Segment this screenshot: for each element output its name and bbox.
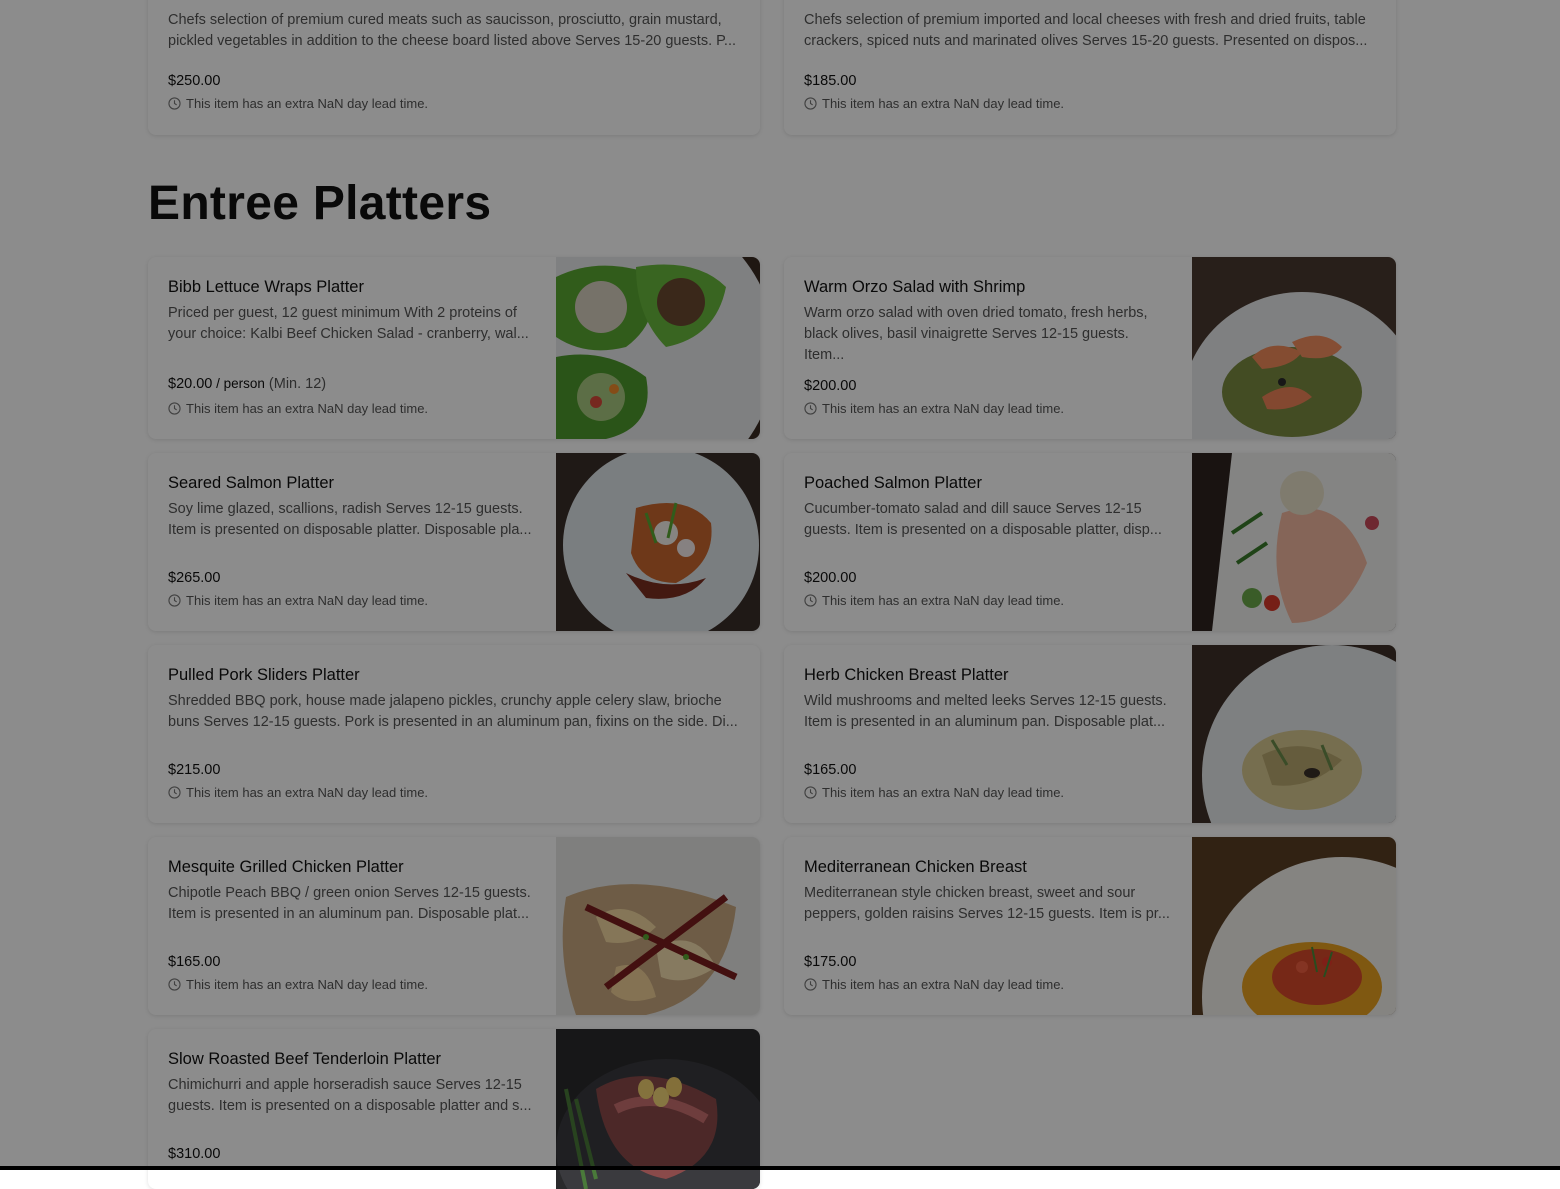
lead-time-note: This item has an extra NaN day lead time… (804, 977, 1064, 992)
item-photo (556, 1029, 760, 1189)
menu-item-card[interactable]: Warm Orzo Salad with Shrimp Warm orzo sa… (784, 257, 1396, 439)
item-description: Warm orzo salad with oven dried tomato, … (804, 305, 1148, 363)
bottom-edge-bar (0, 1166, 1560, 1170)
item-photo (1192, 257, 1396, 439)
item-title: Herb Chicken Breast Platter (804, 666, 1009, 684)
lead-time-text: This item has an extra NaN day lead time… (822, 593, 1065, 608)
item-description: Soy lime glazed, scallions, radish Serve… (168, 501, 532, 538)
clock-icon (804, 786, 817, 799)
lead-time-note: This item has an extra NaN day lead time… (804, 401, 1064, 416)
item-title: Poached Salmon Platter (804, 474, 982, 492)
item-title: Slow Roasted Beef Tenderloin Platter (168, 1050, 442, 1068)
menu-item-card[interactable]: Pulled Pork Sliders Platter Shredded BBQ… (148, 645, 760, 823)
item-description: Chefs selection of premium imported and … (804, 12, 1368, 49)
lead-time-note: This item has an extra NaN day lead time… (804, 785, 1064, 800)
item-title: Mediterranean Chicken Breast (804, 858, 1027, 876)
lead-time-note: This item has an extra NaN day lead time… (168, 96, 428, 111)
clock-icon (168, 402, 181, 415)
item-photo (556, 453, 760, 631)
item-price: $250.00 (168, 73, 221, 89)
item-photo (1192, 837, 1396, 1015)
menu-item-card-cured-meats[interactable]: Chefs selection of premium cured meats s… (148, 0, 760, 135)
clock-icon (168, 786, 181, 799)
menu-item-card[interactable]: Slow Roasted Beef Tenderloin Platter Chi… (148, 1029, 760, 1189)
item-description: Chefs selection of premium cured meats s… (168, 12, 737, 49)
menu-page: Chefs selection of premium cured meats s… (0, 0, 1560, 1189)
item-price: $165.00 (804, 762, 857, 778)
lead-time-text: This item has an extra NaN day lead time… (186, 96, 429, 111)
clock-icon (804, 594, 817, 607)
minimum-note: (Min. 12) (264, 376, 327, 392)
item-title: Pulled Pork Sliders Platter (168, 666, 360, 684)
lead-time-text: This item has an extra NaN day lead time… (186, 785, 429, 800)
clock-icon (168, 97, 181, 110)
menu-item-card[interactable]: Seared Salmon Platter Soy lime glazed, s… (148, 453, 760, 631)
menu-item-card[interactable]: Mediterranean Chicken Breast Mediterrane… (784, 837, 1396, 1015)
menu-item-card[interactable]: Mesquite Grilled Chicken Platter Chipotl… (148, 837, 760, 1015)
item-photo (556, 837, 760, 1015)
lead-time-note: This item has an extra NaN day lead time… (168, 401, 428, 416)
lead-time-text: This item has an extra NaN day lead time… (822, 96, 1065, 111)
lead-time-note: This item has an extra NaN day lead time… (804, 96, 1064, 111)
clock-icon (804, 978, 817, 991)
item-description: Cucumber-tomato salad and dill sauce Ser… (804, 501, 1162, 538)
item-title: Seared Salmon Platter (168, 474, 335, 492)
item-price: $165.00 (168, 954, 221, 970)
item-photo (556, 257, 760, 439)
item-price: $175.00 (804, 954, 857, 970)
lead-time-note: This item has an extra NaN day lead time… (804, 593, 1064, 608)
lead-time-text: This item has an extra NaN day lead time… (186, 401, 429, 416)
item-description: Mediterranean style chicken breast, swee… (804, 885, 1170, 922)
item-title: Mesquite Grilled Chicken Platter (168, 858, 404, 876)
clock-icon (168, 594, 181, 607)
section-heading: Entree Platters (148, 177, 492, 230)
menu-item-card[interactable]: Poached Salmon Platter Cucumber-tomato s… (784, 453, 1396, 631)
price-amount: $20.00 (168, 376, 213, 392)
item-title: Warm Orzo Salad with Shrimp (804, 278, 1026, 296)
item-price: $185.00 (804, 73, 857, 89)
lead-time-note: This item has an extra NaN day lead time… (168, 977, 428, 992)
item-description: Shredded BBQ pork, house made jalapeno p… (168, 693, 738, 730)
lead-time-note: This item has an extra NaN day lead time… (168, 785, 428, 800)
lead-time-text: This item has an extra NaN day lead time… (186, 593, 429, 608)
item-price: $310.00 (168, 1146, 221, 1162)
item-price: $200.00 (804, 570, 857, 586)
menu-item-card-cheese-board[interactable]: Chefs selection of premium imported and … (784, 0, 1396, 135)
item-price: $265.00 (168, 570, 221, 586)
menu-item-card[interactable]: Herb Chicken Breast Platter Wild mushroo… (784, 645, 1396, 823)
item-description: Chipotle Peach BBQ / green onion Serves … (168, 885, 531, 922)
item-description: Priced per guest, 12 guest minimum With … (168, 305, 529, 342)
lead-time-text: This item has an extra NaN day lead time… (822, 977, 1065, 992)
item-price: $215.00 (168, 762, 221, 778)
price-unit: / person (212, 376, 265, 391)
item-title: Bibb Lettuce Wraps Platter (168, 278, 364, 296)
item-description: Chimichurri and apple horseradish sauce … (168, 1077, 532, 1114)
clock-icon (804, 402, 817, 415)
menu-item-card[interactable]: Bibb Lettuce Wraps Platter Priced per gu… (148, 257, 760, 439)
lead-time-text: This item has an extra NaN day lead time… (822, 401, 1065, 416)
item-price: $20.00 / person (Min. 12) (168, 376, 326, 392)
lead-time-note: This item has an extra NaN day lead time… (168, 593, 428, 608)
item-description: Wild mushrooms and melted leeks Serves 1… (804, 693, 1167, 730)
item-photo (1192, 645, 1396, 823)
clock-icon (804, 97, 817, 110)
lead-time-text: This item has an extra NaN day lead time… (186, 977, 429, 992)
item-photo (1192, 453, 1396, 631)
clock-icon (168, 978, 181, 991)
item-price: $200.00 (804, 378, 857, 394)
lead-time-text: This item has an extra NaN day lead time… (822, 785, 1065, 800)
